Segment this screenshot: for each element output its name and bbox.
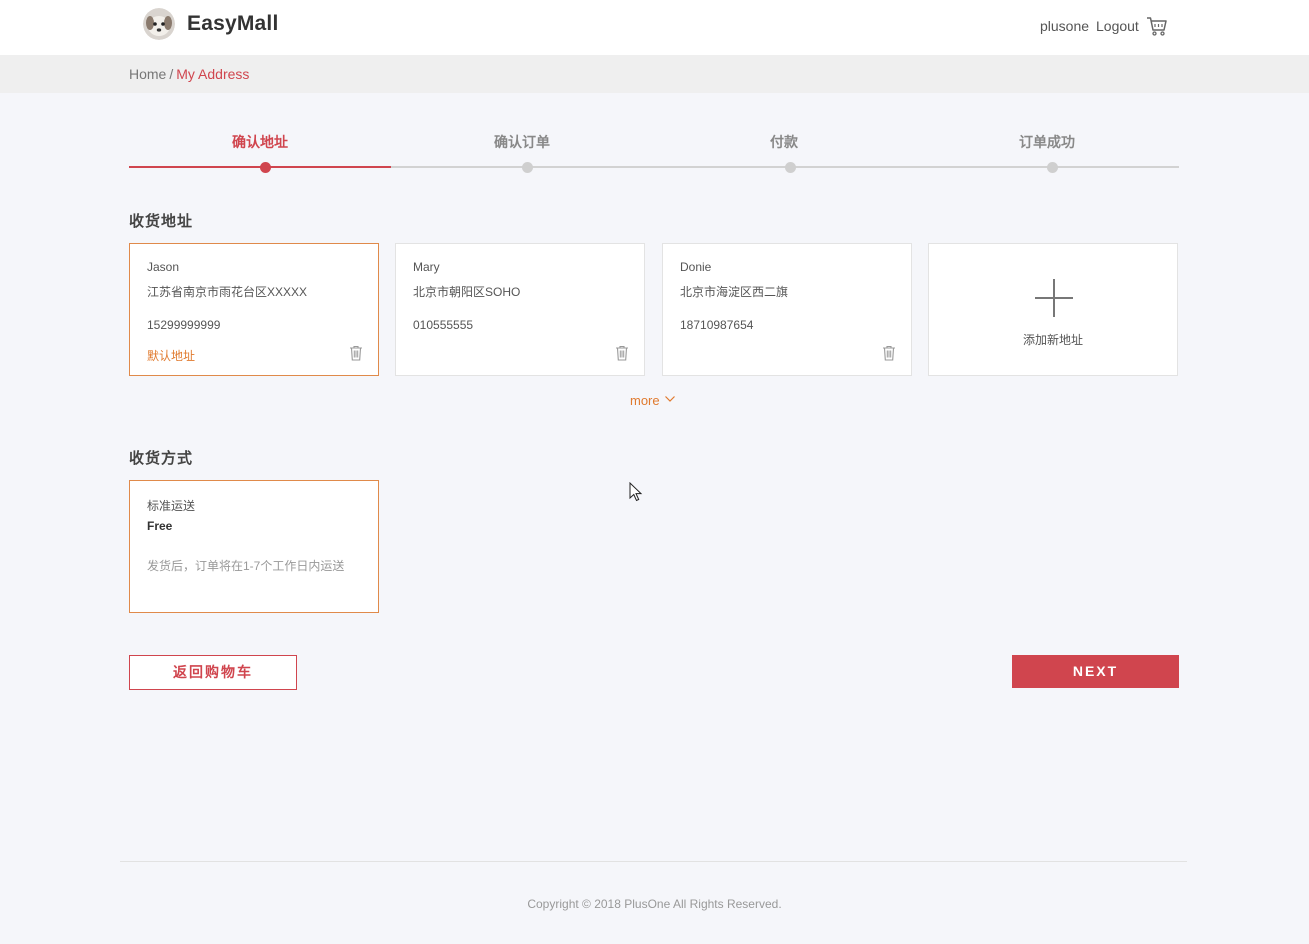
shipping-option-description: 发货后，订单将在1-7个工作日内运送	[147, 559, 345, 573]
default-address-tag[interactable]: 默认地址	[147, 347, 195, 364]
logo-avatar[interactable]	[143, 8, 175, 40]
address-line: 北京市朝阳区SOHO	[413, 285, 521, 299]
shipping-option-name: 标准运送	[147, 499, 196, 513]
shopping-cart-icon[interactable]	[1146, 15, 1168, 37]
address-phone: 010555555	[413, 318, 474, 332]
address-card[interactable]: Mary 北京市朝阳区SOHO 010555555	[395, 243, 645, 376]
brand-name[interactable]: EasyMall	[187, 12, 279, 36]
chevron-down-icon[interactable]	[664, 393, 676, 405]
top-header: EasyMall plusone Logout	[0, 0, 1309, 55]
back-to-cart-button[interactable]: 返回购物车	[129, 655, 297, 690]
address-name: Mary	[413, 260, 440, 274]
trash-icon[interactable]	[349, 345, 363, 361]
next-button[interactable]: NEXT	[1012, 655, 1179, 688]
shipping-option-card[interactable]: 标准运送 Free 发货后，订单将在1-7个工作日内运送	[129, 480, 379, 613]
step-dot-3	[785, 162, 796, 173]
address-name: Jason	[147, 260, 180, 274]
add-address-label: 添加新地址	[1022, 333, 1083, 347]
step-dot-2	[522, 162, 533, 173]
address-card[interactable]: Jason 江苏省南京市雨花台区XXXXX 15299999999 默认地址	[129, 243, 379, 376]
address-name: Donie	[680, 260, 712, 274]
breadcrumb-bar: Home / My Address	[0, 55, 1309, 93]
address-phone: 18710987654	[680, 318, 754, 332]
breadcrumb: Home / My Address	[129, 66, 249, 82]
trash-icon[interactable]	[882, 345, 896, 361]
plus-icon	[1035, 279, 1073, 317]
address-card[interactable]: Donie 北京市海淀区西二旗 18710987654	[662, 243, 912, 376]
step-label-3: 付款	[770, 134, 798, 150]
copyright-text: Copyright © 2018 PlusOne All Rights Rese…	[527, 897, 782, 911]
step-label-2: 确认订单	[494, 134, 550, 150]
more-addresses-link[interactable]: more	[630, 393, 660, 408]
step-dot-4	[1047, 162, 1058, 173]
mouse-pointer-icon	[629, 482, 643, 502]
username-link[interactable]: plusone	[1040, 18, 1089, 34]
breadcrumb-separator: /	[169, 66, 174, 82]
step-label-4: 订单成功	[1019, 134, 1075, 150]
logout-link[interactable]: Logout	[1096, 18, 1139, 34]
step-dot-1	[260, 162, 271, 173]
address-phone: 15299999999	[147, 318, 221, 332]
shipping-section-title: 收货方式	[129, 450, 194, 467]
address-line: 江苏省南京市雨花台区XXXXX	[147, 285, 308, 299]
breadcrumb-home[interactable]: Home	[129, 66, 166, 82]
shipping-option-price: Free	[147, 519, 173, 533]
breadcrumb-current: My Address	[176, 66, 250, 82]
address-line: 北京市海淀区西二旗	[680, 285, 789, 299]
address-section-title: 收货地址	[129, 213, 194, 230]
add-address-card[interactable]: 添加新地址	[928, 243, 1178, 376]
step-label-1: 确认地址	[232, 134, 288, 150]
footer-divider	[120, 861, 1187, 862]
trash-icon[interactable]	[615, 345, 629, 361]
